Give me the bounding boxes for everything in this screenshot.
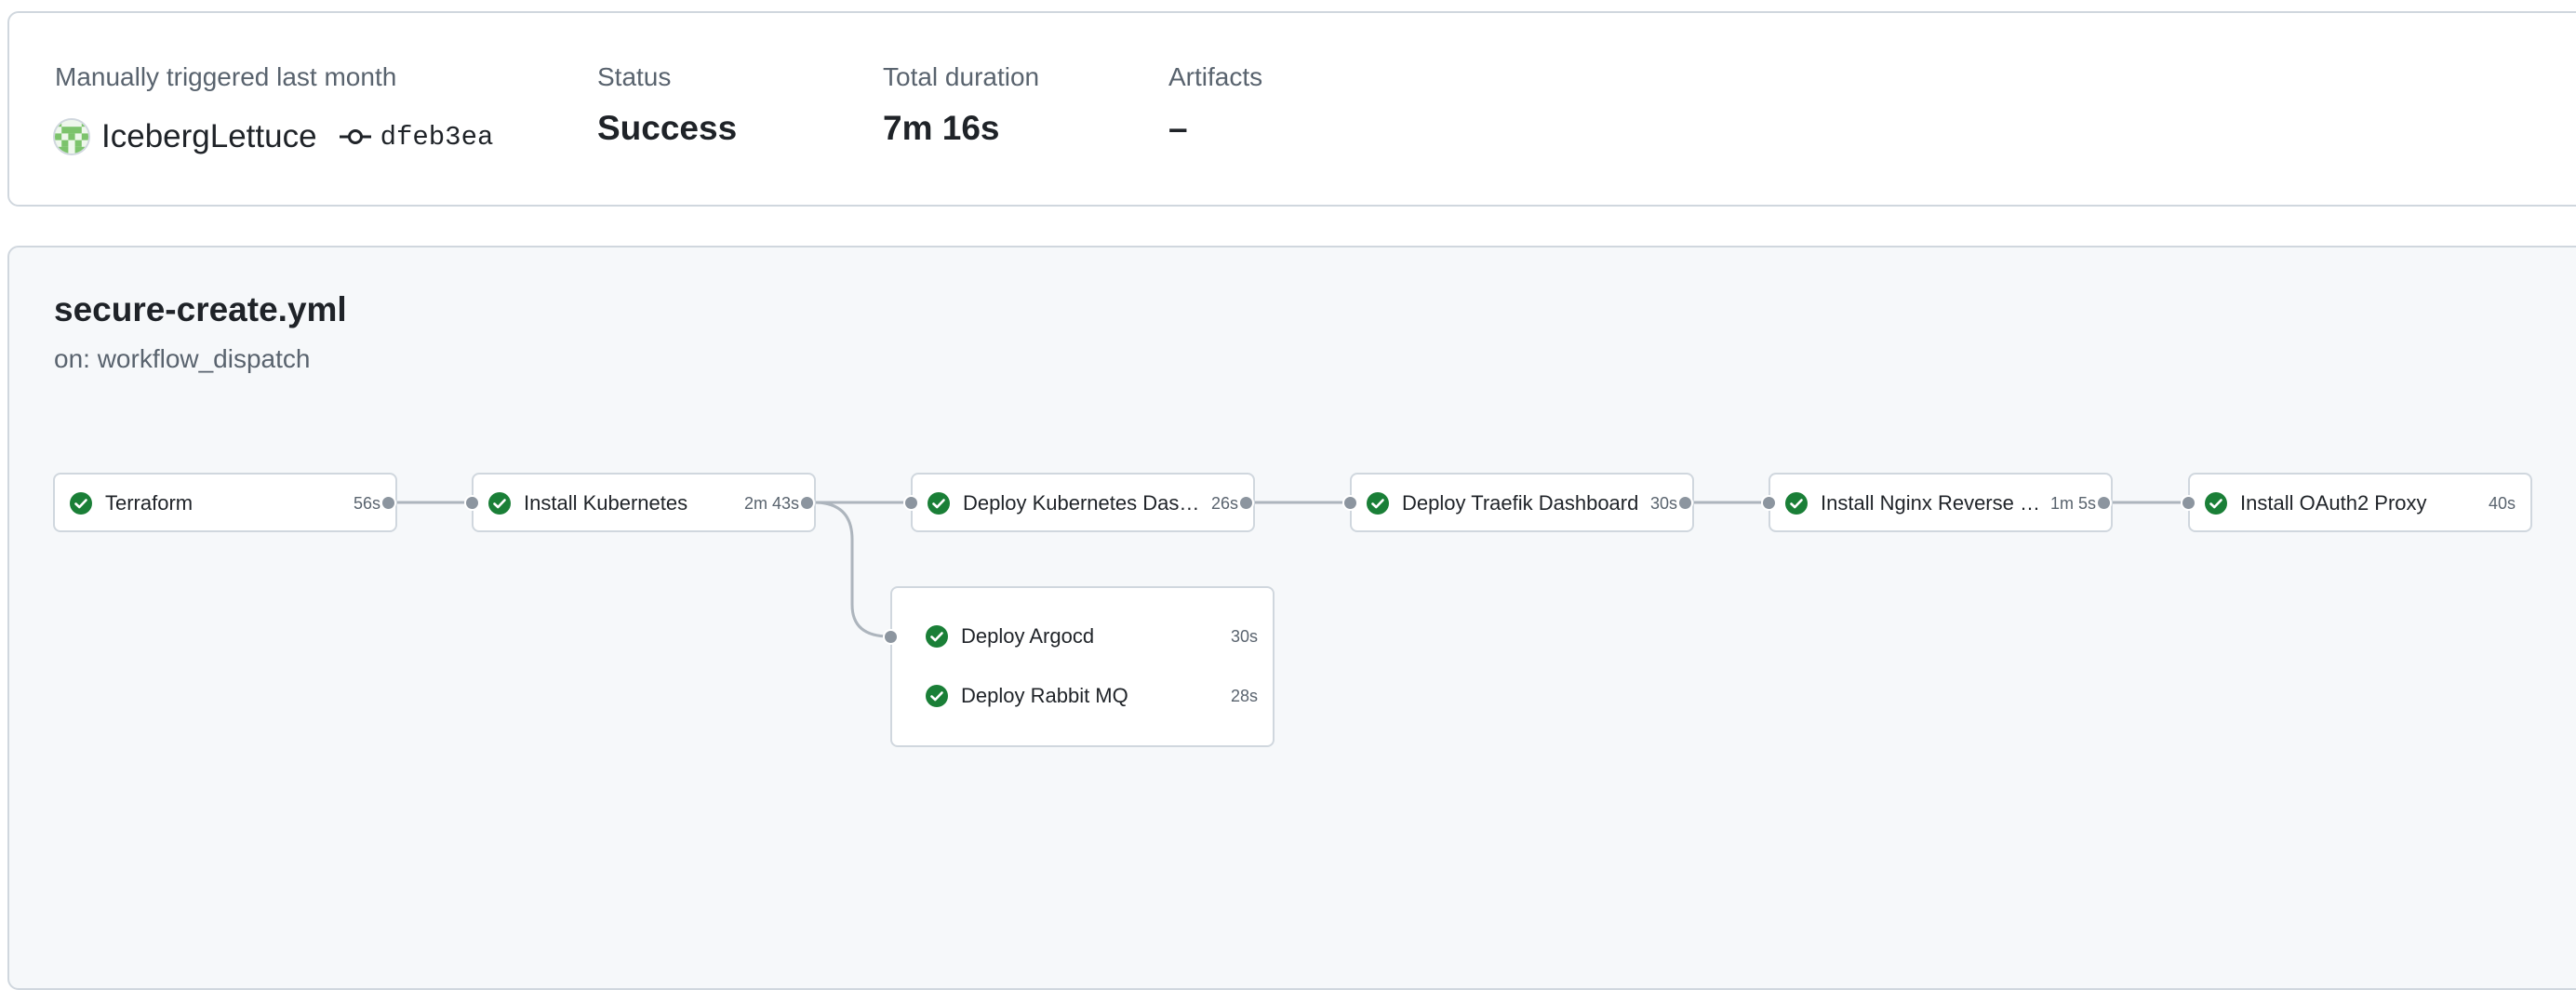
job-name: Terraform: [105, 491, 194, 515]
connector-dot-out: [380, 495, 396, 511]
job-card-terraform[interactable]: Terraform 56s: [53, 473, 397, 532]
connector-dot-in: [883, 629, 899, 645]
identicon-icon: [55, 120, 88, 154]
job-name: Deploy Traefik Dashboard: [1402, 491, 1639, 515]
git-commit-icon: [339, 129, 371, 144]
job-duration: 1m 5s: [2049, 493, 2096, 513]
check-circle-icon: [70, 492, 92, 515]
job-duration: 28s: [1230, 686, 1258, 705]
job-duration: 30s: [1230, 626, 1258, 646]
artifacts-label: Artifacts: [1168, 62, 1263, 91]
run-summary: Manually triggered last month IcebergLet…: [7, 11, 2576, 207]
check-circle-icon: [926, 685, 948, 707]
check-circle-icon: [926, 625, 948, 648]
job-name: Install OAuth2 Proxy: [2240, 491, 2427, 515]
job-card-deploy-traefik-dashboard[interactable]: Deploy Traefik Dashboard 30s: [1342, 473, 1694, 532]
commit-sha-link[interactable]: dfeb3ea: [380, 122, 494, 153]
job-duration: 2m 43s: [743, 493, 799, 513]
connector-dot-out: [799, 495, 815, 511]
actor-info: IcebergLettuce dfeb3ea: [53, 114, 493, 160]
user-avatar[interactable]: [53, 118, 90, 155]
job-card-deploy-kubernetes-dashboard[interactable]: Deploy Kubernetes Dashboard 26s: [903, 473, 1255, 532]
connector-dot-in: [2181, 495, 2196, 511]
connector-dot-in: [1761, 495, 1777, 511]
job-card-install-kubernetes[interactable]: Install Kubernetes 2m 43s: [464, 473, 816, 532]
parallel-job-group: Deploy Argocd 30s Deploy Rabbit MQ 28s: [883, 586, 1275, 747]
job-duration: 30s: [1649, 493, 1677, 513]
workflow-graph-panel: secure-create.yml on: workflow_dispatch: [7, 246, 2576, 990]
connector-dot-out: [2096, 495, 2112, 511]
connector-dot-in: [903, 495, 919, 511]
job-name: Install Kubernetes: [524, 491, 688, 515]
artifacts-value: –: [1168, 109, 1188, 147]
job-name: Deploy Rabbit MQ: [961, 684, 1128, 707]
status-column: Status Success: [597, 61, 737, 149]
duration-label: Total duration: [883, 62, 1040, 91]
check-circle-icon: [928, 492, 950, 515]
connector-dot-out: [1677, 495, 1693, 511]
job-row-deploy-rabbit-mq[interactable]: Deploy Rabbit MQ 28s: [892, 666, 1273, 726]
trigger-column: Manually triggered last month: [55, 61, 396, 93]
status-label: Status: [597, 62, 672, 91]
artifacts-column: Artifacts –: [1168, 61, 1262, 149]
actor-name[interactable]: IcebergLettuce: [101, 118, 317, 155]
connector-dot-out: [1238, 495, 1254, 511]
job-row-deploy-argocd[interactable]: Deploy Argocd 30s: [892, 607, 1273, 666]
job-duration: 56s: [353, 493, 380, 513]
check-circle-icon: [488, 492, 511, 515]
check-circle-icon: [1785, 492, 1808, 515]
job-duration: 26s: [1210, 493, 1238, 513]
status-value: Success: [597, 109, 738, 147]
job-duration: 40s: [2488, 493, 2516, 513]
duration-value: 7m 16s: [883, 109, 1000, 147]
check-circle-icon: [2205, 492, 2227, 515]
trigger-label: Manually triggered last month: [55, 62, 397, 91]
workflow-trigger: on: workflow_dispatch: [54, 344, 311, 373]
check-circle-icon: [1367, 492, 1389, 515]
workflow-file-name[interactable]: secure-create.yml: [54, 290, 347, 329]
connector-dot-in: [464, 495, 480, 511]
job-name: Install Nginx Reverse Proxy: [1821, 491, 2041, 515]
job-card-install-oauth2-proxy[interactable]: Install OAuth2 Proxy 40s: [2181, 473, 2532, 532]
job-card-install-nginx-reverse-proxy[interactable]: Install Nginx Reverse Proxy 1m 5s: [1761, 473, 2113, 532]
job-name: Deploy Argocd: [961, 624, 1095, 648]
connector-dot-in: [1342, 495, 1358, 511]
duration-column: Total duration 7m 16s: [883, 61, 1039, 149]
job-name: Deploy Kubernetes Dashboard: [963, 491, 1202, 515]
